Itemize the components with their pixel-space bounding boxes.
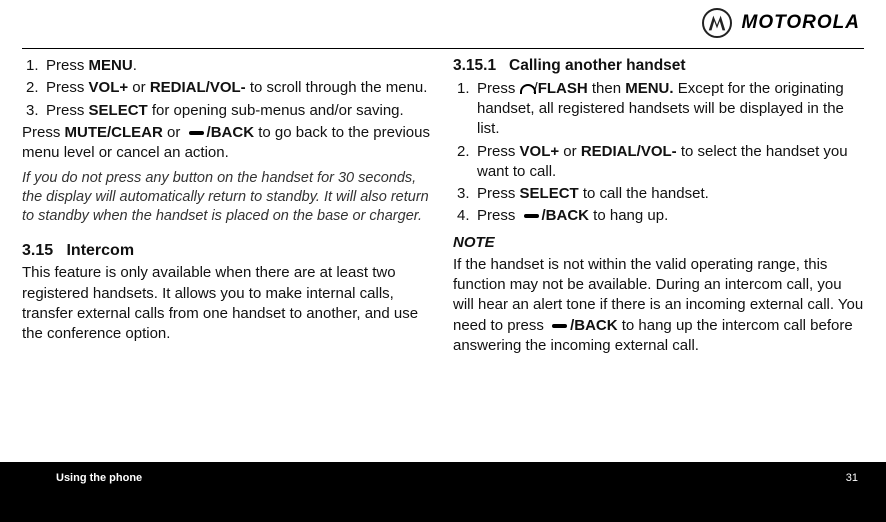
back-key-icon [520,211,542,221]
list-item: 3. Press SELECT to call the handset. [453,184,864,204]
section-heading: 3.15 Intercom [22,240,433,262]
manual-page: MOTOROLA 1. Press MENU. 2. Press VOL+ or… [0,0,886,522]
step-number: 4. [453,206,477,226]
note-body: If the handset is not within the valid o… [453,255,864,356]
list-item: 1. Press MENU. [22,56,433,76]
step-text: Press VOL+ or REDIAL/VOL- to scroll thro… [46,78,433,98]
subsection-heading: 3.15.1 Calling another handset [453,56,864,77]
right-steps: 1. Press /FLASH then MENU. Except for th… [453,79,864,227]
dial-key-icon [520,83,534,95]
step-text: Press MENU. [46,56,433,76]
list-item: 3. Press SELECT for opening sub-menus an… [22,101,433,121]
step-text: Press /FLASH then MENU. Except for the o… [477,79,864,140]
step-number: 2. [453,142,477,183]
left-column: 1. Press MENU. 2. Press VOL+ or REDIAL/V… [22,56,433,462]
step-text: Press /BACK to hang up. [477,206,864,226]
section-body: This feature is only available when ther… [22,263,433,344]
page-footer: Using the phone 31 [0,462,886,522]
note-heading: NOTE [453,233,864,253]
content-area: 1. Press MENU. 2. Press VOL+ or REDIAL/V… [22,56,864,462]
list-item: 4. Press /BACK to hang up. [453,206,864,226]
step-text: Press VOL+ or REDIAL/VOL- to select the … [477,142,864,183]
timeout-note: If you do not press any button on the ha… [22,169,433,226]
page-header: MOTOROLA [0,0,886,46]
step-number: 1. [453,79,477,140]
back-key-icon [185,128,207,138]
list-item: 1. Press /FLASH then MENU. Except for th… [453,79,864,140]
step-number: 2. [22,78,46,98]
footer-title: Using the phone [56,472,142,484]
step-text: Press SELECT for opening sub-menus and/o… [46,101,433,121]
header-divider [22,48,864,49]
list-item: 2. Press VOL+ or REDIAL/VOL- to scroll t… [22,78,433,98]
motorola-logo-icon [702,8,732,38]
back-instruction: Press MUTE/CLEAR or /BACK to go back to … [22,123,433,164]
step-number: 1. [22,56,46,76]
brand-name: MOTOROLA [742,12,860,34]
left-steps: 1. Press MENU. 2. Press VOL+ or REDIAL/V… [22,56,433,121]
page-number: 31 [846,472,858,484]
step-number: 3. [453,184,477,204]
step-text: Press SELECT to call the handset. [477,184,864,204]
list-item: 2. Press VOL+ or REDIAL/VOL- to select t… [453,142,864,183]
right-column: 3.15.1 Calling another handset 1. Press … [453,56,864,462]
step-number: 3. [22,101,46,121]
back-key-icon [548,321,570,331]
